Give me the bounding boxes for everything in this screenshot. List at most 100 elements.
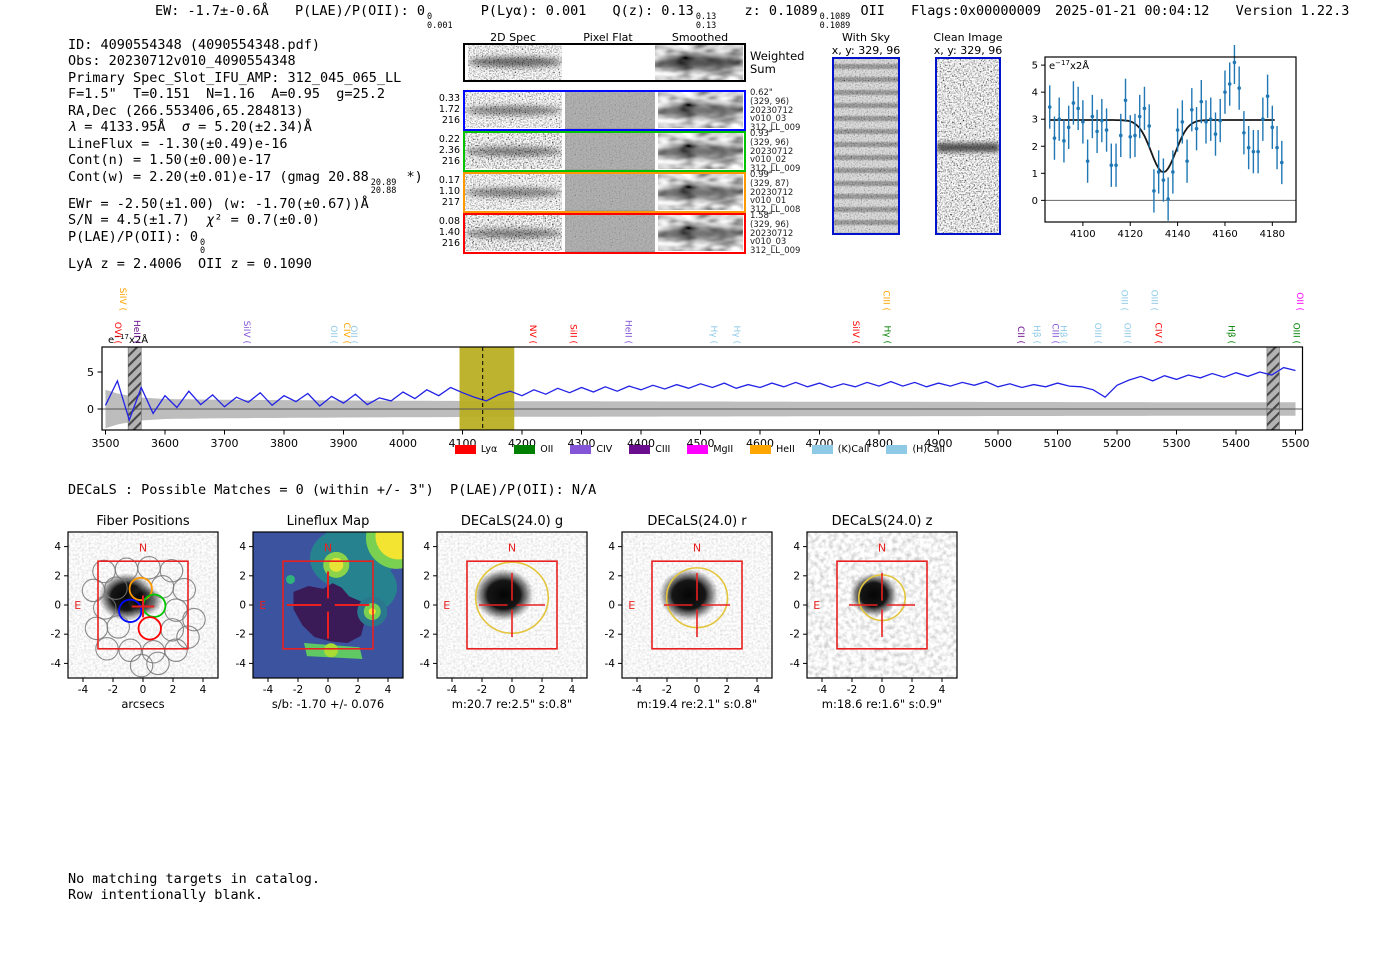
svg-text:-2: -2 [108,684,118,696]
svg-text:-2: -2 [847,684,857,696]
legend-item: CIV [570,444,612,455]
fiber-row-id: 1.58" (329, 96) 20230712 v010_03 312_LL_009 [750,211,801,257]
report-version: Version 1.22.3 [1235,3,1350,19]
svg-text:E: E [443,599,450,612]
line-label-caii: OIII ( [1148,290,1158,311]
svg-text:-4: -4 [78,684,89,696]
ew-value: EW: -1.7±-0.6Å [155,3,269,19]
line-label-heii: CIII ( [881,290,891,311]
plya-value: P(Lyα): 0.001 [480,3,587,19]
svg-text:0: 0 [1032,196,1038,207]
fiber-row-weights: 0.22 2.36 216 [438,134,460,167]
weighted-sum-label: Weighted Sum [750,49,805,76]
svg-text:-4: -4 [632,684,643,696]
cutout-panel-fiber: Fiber Positions N E -4 -4 -2 -2 0 0 2 2 4 4 arcsecs [51,514,219,711]
line-label-oii: OIII ( [1291,323,1301,344]
line-label-caii: Hγ ( [731,326,741,344]
svg-text:N: N [139,542,147,555]
svg-text:0: 0 [87,403,94,416]
qz-range: 0.13 0.13 [695,12,717,31]
svg-text:2: 2 [793,570,800,582]
line-label-civ: SiIV ( [241,321,251,344]
svg-text:2: 2 [54,570,61,582]
svg-text:-2: -2 [477,684,487,696]
emission-trace-band [937,143,999,152]
withsky-coords: x, y: 329, 96 [831,44,901,57]
line-label-lya: SiIV ( [850,321,860,344]
svg-text:-2: -2 [51,629,61,641]
svg-text:DECaLS(24.0) r: DECaLS(24.0) r [647,514,747,529]
header-datetime: 2025-01-21 00:04:12 Version 1.22.3 [1055,3,1349,19]
legend-item: MgII [687,444,733,455]
svg-text:-2: -2 [662,684,672,696]
cutout-xlabel: arcsecs [121,697,164,711]
svg-text:0: 0 [140,684,147,696]
legend-swatch [454,445,476,454]
elixer-detection-report: EW: -1.7±-0.6Å P(LAE)/P(OII): 0 0 0.001 P(… [0,0,1400,953]
svg-text:4: 4 [385,684,392,696]
clean-title: Clean Image [933,31,1003,44]
svg-text:N: N [324,542,332,555]
svg-text:2: 2 [608,570,615,582]
fiber-row-weights: 0.17 1.10 217 [438,175,460,208]
legend-swatch [629,445,651,454]
cutout-xlabel: m:19.4 re:2.1" s:0.8" [637,697,757,711]
svg-text:Fiber Positions: Fiber Positions [96,514,189,529]
line-label-caii: OII ( [328,325,338,344]
line-label-ciii: CII ( [1015,326,1025,344]
withsky-image [832,57,900,235]
svg-text:-2: -2 [293,684,303,696]
spec2d-fiber-row [463,172,746,213]
svg-text:0: 0 [239,600,246,612]
line-label-lya: SiII ( [568,324,578,344]
svg-text:0: 0 [54,600,61,612]
legend-swatch [687,445,709,454]
detection-info-block: ID: 4090554348 (4090554348.pdf) Obs: 2023… [68,37,423,272]
svg-text:4: 4 [793,541,800,553]
line-label-caii: OII ( [348,325,358,344]
svg-text:-4: -4 [447,684,458,696]
svg-text:4160: 4160 [1212,229,1237,240]
cutout-xlabel: s/b: -1.70 +/- 0.076 [272,697,384,711]
z-line-id: OII [860,3,885,19]
svg-text:0: 0 [608,600,615,612]
svg-text:4: 4 [939,684,946,696]
line-label-lya: NV ( [527,325,537,344]
svg-text:4120: 4120 [1118,229,1143,240]
line-label-caii: OIII ( [1092,323,1102,344]
svg-text:0: 0 [325,684,332,696]
svg-text:-2: -2 [236,629,246,641]
svg-text:N: N [878,542,886,555]
line-label-caii: OIII ( [1122,323,1132,344]
emission-line-legend: Lyα OII CIV CIII MgII HeII (K)CaII (H)CaII [0,444,1400,455]
legend-item: (K)CaII [811,444,869,455]
svg-text:N: N [693,542,701,555]
svg-text:E: E [259,599,266,612]
svg-text:4180: 4180 [1260,229,1285,240]
svg-text:4: 4 [54,541,61,553]
line-label-oii: Hβ ( [1226,325,1236,344]
fiber-row-id: 0.93" (329, 96) 20230712 v010_02 312_LL_009 [750,129,801,175]
line-label-heii: SiIV ( [117,288,127,311]
cutout-panel-img-2: DECaLS(24.0) gNE-4-4-2-2002244m:20.7 re:… [420,514,588,711]
clean-coords: x, y: 329, 96 [933,44,1003,57]
svg-text:DECaLS(24.0) z: DECaLS(24.0) z [832,514,933,529]
report-datetime: 2025-01-21 00:04:12 [1055,3,1210,19]
svg-text:-4: -4 [790,658,801,670]
svg-text:4: 4 [239,541,246,553]
svg-text:N: N [508,542,516,555]
line-label-mgii: OII ( [1294,292,1304,311]
svg-text:2: 2 [170,684,177,696]
line-label-oii: Hγ ( [882,326,892,344]
legend-swatch [886,445,908,454]
svg-text:4140: 4140 [1165,229,1190,240]
line-label-caii: OIII ( [1119,290,1129,311]
fiber-row-id: 0.99" (329, 87) 20230712 v010_01 312_LL_008 [750,170,801,216]
svg-text:-2: -2 [420,629,430,641]
header-summary: EW: -1.7±-0.6Å P(LAE)/P(OII): 0 0 0.001 P(… [155,3,1041,30]
svg-text:e−17x2Å: e−17x2Å [1049,59,1089,72]
svg-text:4: 4 [423,541,430,553]
legend-item: Lyα [454,444,497,455]
svg-text:2: 2 [239,570,246,582]
svg-text:2: 2 [355,684,362,696]
